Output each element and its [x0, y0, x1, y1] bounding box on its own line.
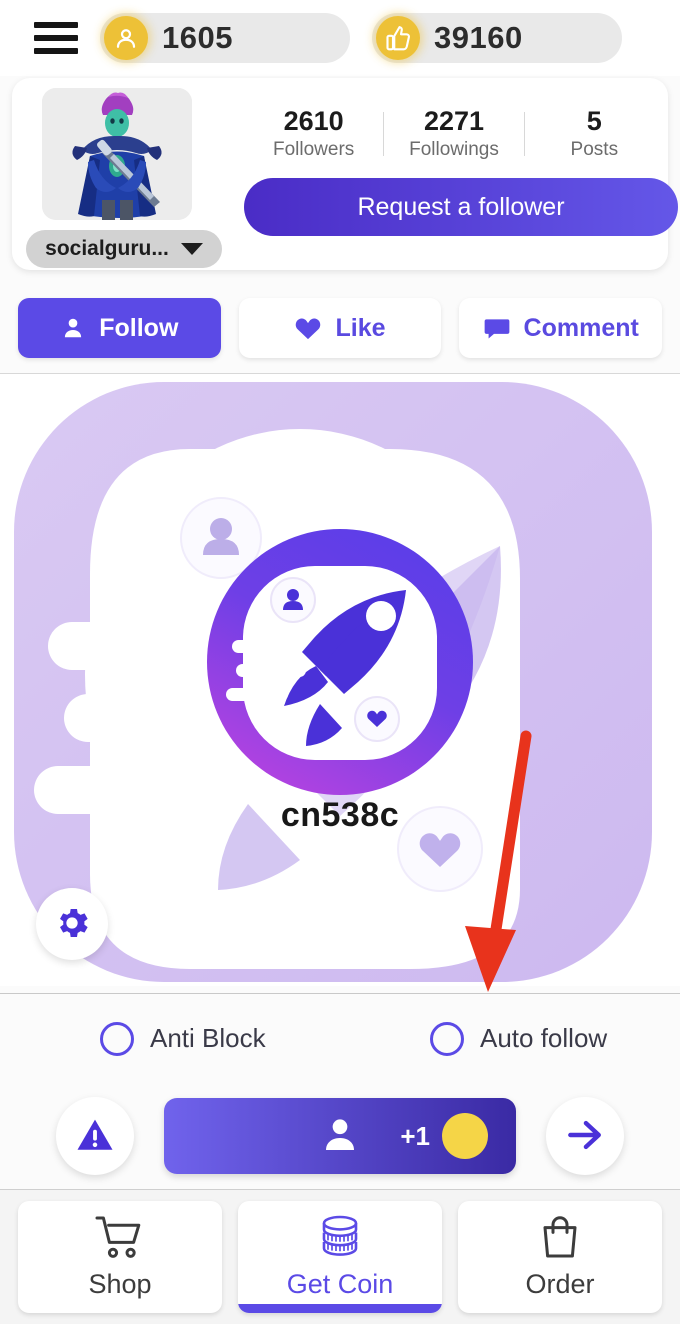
like-button-label: Like	[335, 313, 386, 342]
comment-icon	[483, 315, 511, 341]
nav-item-get-coin[interactable]: Get Coin	[238, 1201, 442, 1313]
coin-stack-icon	[314, 1214, 366, 1263]
radio-circle-icon[interactable]	[100, 1021, 134, 1056]
stat-followers-value: 2610	[283, 105, 344, 136]
chevron-down-icon	[180, 243, 203, 255]
stat-posts-label: Posts	[570, 139, 619, 161]
active-tab-indicator	[238, 1304, 442, 1313]
follow-button-label: Follow	[99, 313, 179, 342]
nav-order-label: Order	[525, 1269, 595, 1299]
app-screen: 1605 39160 socialguru... 2610 Followers …	[0, 0, 680, 1324]
shopping-cart-icon	[94, 1214, 146, 1263]
auto-follow-label: Auto follow	[480, 1023, 608, 1053]
app-name-label: cn538c	[280, 796, 400, 834]
options-row: Anti Block Auto follow	[0, 993, 680, 1083]
person-coin-icon	[104, 16, 148, 60]
stat-followings-label: Followings	[409, 139, 499, 161]
next-button[interactable]	[546, 1097, 624, 1175]
stat-followings-value: 2271	[423, 105, 485, 136]
avatar[interactable]	[42, 88, 192, 220]
coin-balance-chip[interactable]: 1605	[100, 13, 350, 63]
nav-item-order[interactable]: Order	[458, 1201, 662, 1313]
person-icon	[60, 315, 86, 341]
stat-followers: 2610 Followers	[244, 105, 383, 161]
hamburger-menu-icon[interactable]	[34, 21, 78, 55]
settings-gear-button[interactable]	[36, 888, 108, 960]
bottom-nav: Shop Get Coin Order	[0, 1189, 680, 1324]
anti-block-label: Anti Block	[150, 1023, 266, 1053]
rocket-logo-icon	[14, 382, 652, 982]
gold-coin-icon	[442, 1113, 488, 1159]
person-icon	[319, 1114, 361, 1159]
checkbox-anti-block[interactable]: Anti Block	[0, 1021, 340, 1056]
follow-button[interactable]: Follow	[18, 298, 221, 358]
like-button[interactable]: Like	[238, 298, 442, 358]
stat-posts: 5 Posts	[525, 105, 664, 161]
comment-button-label: Comment	[523, 313, 639, 342]
username-label: socialguru...	[45, 237, 169, 260]
request-follower-button[interactable]: Request a follower	[244, 178, 678, 236]
nav-item-shop[interactable]: Shop	[18, 1201, 222, 1313]
action-pill-row: Follow Like Comment	[0, 284, 680, 372]
nav-get-coin-label: Get Coin	[286, 1269, 394, 1299]
app-illustration-panel	[0, 373, 680, 986]
main-action-bar: +1	[0, 1083, 680, 1189]
arrow-right-icon	[563, 1113, 607, 1160]
top-bar: 1605 39160	[0, 0, 680, 76]
heart-icon	[294, 315, 322, 341]
auto-follow-action-button[interactable]: +1	[164, 1098, 516, 1174]
comment-button[interactable]: Comment	[459, 298, 663, 358]
nav-shop-label: Shop	[88, 1269, 152, 1299]
stat-followers-label: Followers	[273, 139, 355, 161]
like-balance-value: 39160	[434, 20, 523, 55]
stat-posts-value: 5	[586, 105, 602, 136]
checkbox-auto-follow[interactable]: Auto follow	[340, 1021, 680, 1056]
reward-amount-label: +1	[400, 1120, 430, 1151]
profile-card: socialguru... 2610 Followers 2271 Follow…	[12, 78, 678, 270]
gear-icon	[52, 903, 92, 946]
coin-balance-value: 1605	[162, 20, 233, 55]
shopping-bag-icon	[534, 1214, 586, 1263]
radio-circle-icon[interactable]	[430, 1021, 464, 1056]
thumbs-up-coin-icon	[376, 16, 420, 60]
like-balance-chip[interactable]: 39160	[372, 13, 622, 63]
stat-followings: 2271 Followings	[384, 105, 523, 161]
warning-button[interactable]	[56, 1097, 134, 1175]
username-dropdown[interactable]: socialguru...	[26, 230, 222, 268]
profile-stats: 2610 Followers 2271 Followings 5 Posts	[244, 100, 664, 168]
warning-triangle-icon	[74, 1114, 116, 1159]
